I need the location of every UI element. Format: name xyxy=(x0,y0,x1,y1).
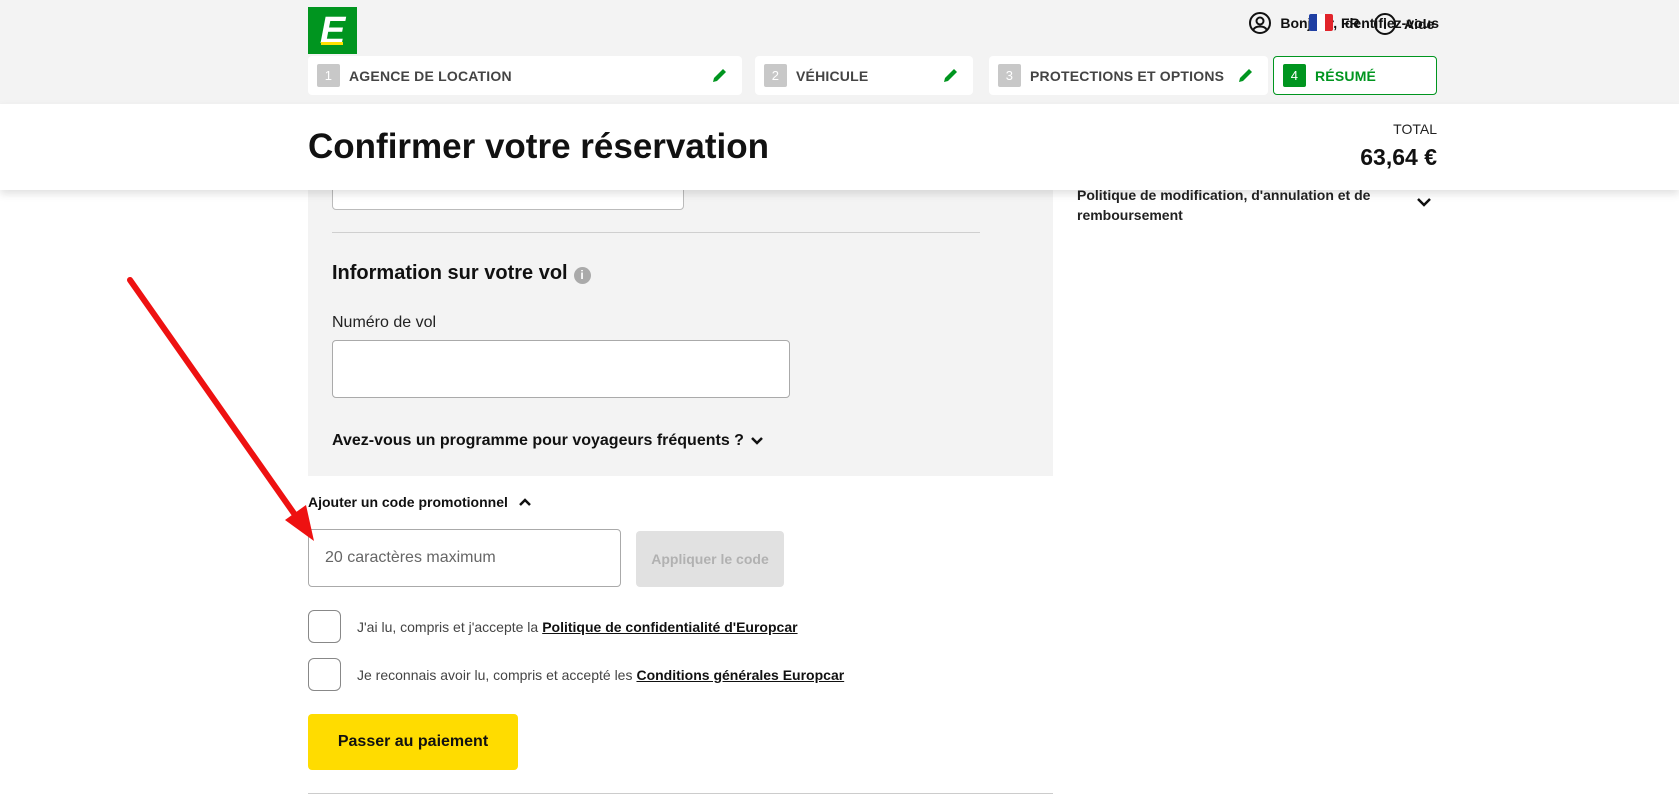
step-protections-options[interactable]: 3 PROTECTIONS ET OPTIONS xyxy=(989,56,1268,95)
step-number: 3 xyxy=(998,64,1021,87)
language-label: FR xyxy=(1341,14,1360,31)
top-header: E Bonjour, Identifiez-vous FR i Aide 1 A… xyxy=(0,0,1679,104)
step-number: 1 xyxy=(317,64,340,87)
step-label: PROTECTIONS ET OPTIONS xyxy=(1030,67,1225,84)
help-link[interactable]: i Aide xyxy=(1374,13,1434,35)
terms-checkbox[interactable] xyxy=(308,658,341,691)
apply-code-button[interactable]: Appliquer le code xyxy=(636,531,784,587)
proceed-to-payment-button[interactable]: Passer au paiement xyxy=(308,714,518,770)
pencil-icon[interactable] xyxy=(711,66,729,84)
chevron-down-icon[interactable] xyxy=(1416,196,1432,208)
step-rental-agency[interactable]: 1 AGENCE DE LOCATION xyxy=(308,56,742,95)
terms-consent-text: Je reconnais avoir lu, compris et accept… xyxy=(357,666,633,683)
terms-conditions-link[interactable]: Conditions générales Europcar xyxy=(636,667,844,683)
section-divider xyxy=(332,232,980,233)
promo-code-label: Ajouter un code promotionnel xyxy=(308,494,508,510)
total-price: 63,64 € xyxy=(1360,144,1437,170)
step-label: VÉHICULE xyxy=(796,67,869,84)
promo-code-toggle[interactable]: Ajouter un code promotionnel xyxy=(308,494,532,510)
step-label: RÉSUMÉ xyxy=(1315,67,1377,84)
page-title: Confirmer votre réservation xyxy=(308,127,769,166)
terms-consent-row: Je reconnais avoir lu, compris et accept… xyxy=(308,658,844,691)
title-bar: Confirmer votre réservation TOTAL 63,64 … xyxy=(0,104,1679,190)
france-flag-icon xyxy=(1309,14,1333,31)
step-label: AGENCE DE LOCATION xyxy=(349,67,512,84)
info-icon[interactable]: i xyxy=(573,266,591,284)
flight-number-input[interactable] xyxy=(332,340,790,398)
frequent-flyer-toggle[interactable]: Avez-vous un programme pour voyageurs fr… xyxy=(332,432,764,450)
info-icon: i xyxy=(1374,13,1396,35)
privacy-checkbox[interactable] xyxy=(308,610,341,643)
step-number: 4 xyxy=(1283,64,1306,87)
help-label: Aide xyxy=(1404,16,1435,32)
cancellation-policy-label[interactable]: Politique de modification, d'annulation … xyxy=(1077,185,1397,225)
europcar-logo[interactable]: E xyxy=(308,7,357,54)
flight-number-label: Numéro de vol xyxy=(332,314,437,331)
step-summary[interactable]: 4 RÉSUMÉ xyxy=(1273,56,1437,95)
pencil-icon[interactable] xyxy=(942,66,960,84)
logo-underline xyxy=(321,42,343,45)
chevron-down-icon xyxy=(751,437,763,445)
flight-info-heading: Information sur votre vol i xyxy=(332,262,591,285)
chevron-up-icon xyxy=(519,498,531,506)
bottom-divider xyxy=(308,793,1053,794)
total-label: TOTAL xyxy=(1393,121,1437,137)
step-number: 2 xyxy=(764,64,787,87)
privacy-consent-row: J'ai lu, compris et j'accepte la Politiq… xyxy=(308,610,798,643)
language-selector[interactable]: FR xyxy=(1309,14,1360,31)
privacy-consent-text: J'ai lu, compris et j'accepte la xyxy=(357,618,539,635)
user-icon xyxy=(1249,12,1272,34)
privacy-policy-link[interactable]: Politique de confidentialité d'Europcar xyxy=(542,619,797,635)
flight-info-title: Information sur votre vol xyxy=(332,262,568,284)
pencil-icon[interactable] xyxy=(1237,66,1255,84)
step-vehicle[interactable]: 2 VÉHICULE xyxy=(755,56,973,95)
promo-code-input[interactable] xyxy=(308,529,621,587)
frequent-flyer-label: Avez-vous un programme pour voyageurs fr… xyxy=(332,432,744,449)
